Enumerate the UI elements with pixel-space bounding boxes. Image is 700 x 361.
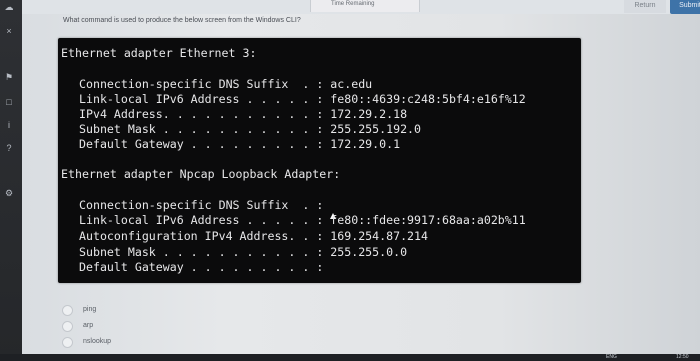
terminal-line: Link-local IPv6 Address . . . . . : fe80…: [79, 92, 526, 106]
language-indicator[interactable]: ENG: [606, 354, 617, 361]
help-icon[interactable]: ?: [3, 143, 15, 153]
timer-label: Time Remaining: [331, 1, 375, 7]
settings-icon[interactable]: ⚙: [3, 188, 15, 198]
bookmark-icon[interactable]: □: [3, 97, 15, 107]
radio-button[interactable]: [62, 305, 73, 316]
option-arp[interactable]: arp: [62, 320, 182, 334]
return-button[interactable]: Return: [624, 0, 666, 13]
terminal-line: Subnet Mask . . . . . . . . . . . : 255.…: [79, 122, 422, 136]
cloud-icon[interactable]: ☁: [3, 2, 15, 12]
terminal-line: IPv4 Address. . . . . . . . . . . : 172.…: [79, 107, 408, 121]
timer: Time Remaining: [310, 0, 420, 12]
close-icon[interactable]: ×: [3, 26, 15, 36]
submit-button[interactable]: Submit: [670, 0, 700, 14]
radio-button[interactable]: [62, 337, 73, 348]
terminal-line: Autoconfiguration IPv4 Address. . : 169.…: [79, 229, 429, 243]
clock[interactable]: 12:50: [676, 354, 689, 361]
adapter-title: Ethernet adapter Npcap Loopback Adapter:: [61, 167, 341, 181]
top-bar: Time Remaining Return Submit: [22, 0, 700, 14]
info-icon[interactable]: i: [3, 120, 15, 130]
radio-button[interactable]: [62, 321, 73, 332]
terminal-screenshot: Ethernet adapter Ethernet 3: Connection-…: [58, 38, 581, 283]
terminal-line: Connection-specific DNS Suffix . :: [79, 198, 324, 212]
question-text: What command is used to produce the belo…: [63, 17, 301, 24]
terminal-line: Default Gateway . . . . . . . . . :: [79, 260, 324, 274]
option-label: ping: [83, 306, 97, 313]
flag-icon[interactable]: ⚑: [3, 72, 15, 82]
adapter-title: Ethernet adapter Ethernet 3:: [61, 46, 257, 60]
taskbar: ENG 12:50: [0, 354, 700, 361]
question-panel: What command is used to produce the belo…: [22, 14, 700, 354]
option-label: arp: [83, 322, 94, 329]
terminal-line: Default Gateway . . . . . . . . . : 172.…: [79, 137, 401, 151]
option-ping[interactable]: ping: [62, 304, 182, 318]
option-label: nslookup: [83, 338, 112, 345]
terminal-line: Subnet Mask . . . . . . . . . . . : 255.…: [79, 245, 408, 259]
terminal-line: Link-local IPv6 Address . . . . . : fe80…: [79, 213, 526, 227]
left-sidebar: ☁ × ⚑ □ i ? ⚙: [0, 0, 22, 361]
terminal-line: Connection-specific DNS Suffix . : ac.ed…: [79, 77, 373, 91]
option-nslookup[interactable]: nslookup: [62, 336, 182, 350]
